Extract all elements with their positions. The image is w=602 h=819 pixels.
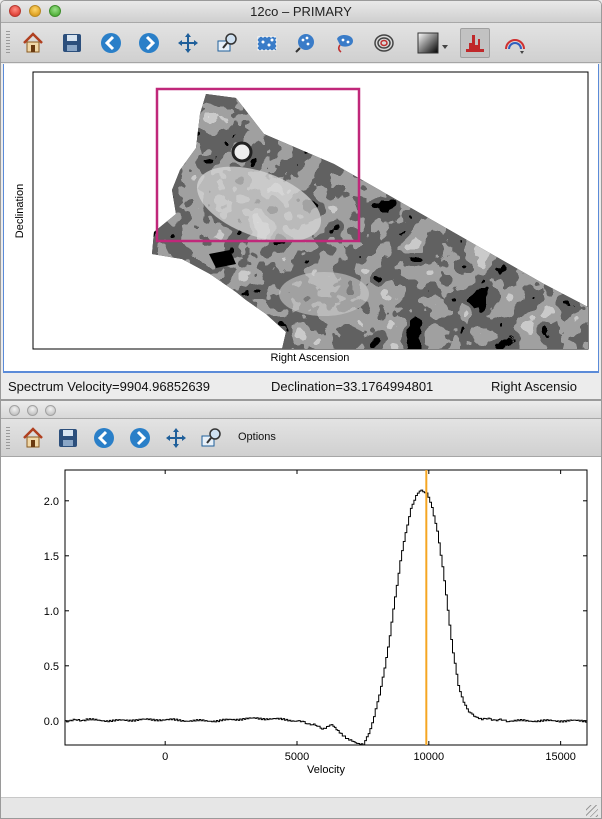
box-select-icon	[257, 36, 277, 51]
colormap-button[interactable]	[414, 28, 452, 58]
back-button[interactable]	[96, 28, 126, 58]
circle-select-icon	[295, 34, 314, 53]
pan-button[interactable]	[173, 28, 203, 58]
save-button[interactable]	[57, 28, 87, 58]
x-axis-label: Velocity	[307, 764, 345, 776]
save-icon	[63, 34, 81, 52]
zoom-to-rect-button[interactable]	[213, 28, 243, 58]
emission-clump	[279, 272, 369, 316]
options-button[interactable]: Options	[238, 431, 276, 443]
back-button[interactable]	[89, 423, 119, 453]
spectrum-canvas-pane: 0 5000 10000 15000 0.0 0.5 1.0 1.5 2.0 Velocity	[1, 457, 601, 797]
lasso-select-icon	[337, 35, 353, 53]
pan-button[interactable]	[161, 423, 191, 453]
spectrum-axes-frame	[64, 469, 588, 746]
colormap-icon	[417, 32, 448, 54]
title-bar: 12co – PRIMARY	[1, 1, 601, 23]
histogram-icon	[466, 35, 484, 52]
x-tick-label: 5000	[285, 751, 309, 763]
image-plot[interactable]: Right Ascension Declination	[4, 64, 598, 371]
ring-feature	[231, 141, 253, 163]
status-bar: Spectrum Velocity=9904.96852639 Declinat…	[1, 375, 601, 399]
status-right-ascension: Right Ascensio	[491, 379, 577, 394]
spectrum-plot[interactable]: 0 5000 10000 15000 0.0 0.5 1.0 1.5 2.0 Velocity	[1, 457, 601, 797]
status-spectrum-velocity: Spectrum Velocity=9904.96852639	[8, 379, 211, 394]
home-icon	[23, 32, 43, 53]
close-window-button[interactable]	[9, 405, 20, 416]
forward-button[interactable]	[125, 423, 155, 453]
toolbar-grip[interactable]	[6, 31, 10, 55]
y-tick-label: 0.0	[44, 716, 59, 728]
x-tick-label: 15000	[545, 751, 576, 763]
y-tick-label: 2.0	[44, 496, 59, 508]
home-button[interactable]	[18, 28, 48, 58]
window-title: 12co – PRIMARY	[250, 4, 352, 19]
circle-select-button[interactable]	[290, 28, 320, 58]
home-button[interactable]	[18, 423, 48, 453]
minimize-window-button[interactable]	[27, 405, 38, 416]
back-icon	[94, 428, 114, 448]
save-icon	[59, 429, 77, 447]
image-canvas-pane: Right Ascension Declination	[3, 64, 599, 373]
box-select-button[interactable]	[252, 28, 282, 58]
zoom-to-rect-button[interactable]	[197, 423, 227, 453]
spectrum-title-bar	[1, 401, 601, 419]
forward-icon	[139, 33, 159, 53]
save-button[interactable]	[53, 423, 83, 453]
image-toolbar	[1, 23, 601, 63]
y-tick-label: 0.5	[44, 661, 59, 673]
spectrum-bottom-bar	[1, 797, 601, 818]
rainbow-button[interactable]	[500, 28, 530, 58]
contour-icon	[374, 34, 394, 52]
spectrum-toolbar: Options	[1, 419, 601, 457]
pan-icon	[166, 428, 186, 448]
contour-button[interactable]	[369, 28, 399, 58]
pan-icon	[178, 33, 198, 53]
zoom-to-rect-icon	[201, 428, 221, 447]
forward-button[interactable]	[134, 28, 164, 58]
forward-icon	[130, 428, 150, 448]
spectrum-window: Options 0 5000 10000 15000 0.0 0.5 1.0 1.5 2.0 …	[0, 400, 602, 819]
x-axis-label: Right Ascension	[271, 352, 350, 364]
y-axis-label: Declination	[14, 184, 26, 238]
toolbar-grip[interactable]	[6, 427, 10, 451]
zoom-to-rect-icon	[217, 33, 237, 52]
x-tick-label: 10000	[414, 751, 445, 763]
rainbow-icon	[505, 39, 525, 54]
image-viewer-window: 12co – PRIMARY Right Ascension Declinati…	[0, 0, 602, 400]
back-icon	[101, 33, 121, 53]
zoom-window-button[interactable]	[45, 405, 56, 416]
resize-grip[interactable]	[586, 805, 598, 817]
home-icon	[23, 427, 43, 448]
lasso-select-button[interactable]	[330, 28, 360, 58]
y-tick-label: 1.0	[44, 606, 59, 618]
x-tick-label: 0	[162, 751, 168, 763]
y-tick-label: 1.5	[44, 551, 59, 563]
histogram-button[interactable]	[460, 28, 490, 58]
status-declination: Declination=33.1764994801	[271, 379, 434, 394]
